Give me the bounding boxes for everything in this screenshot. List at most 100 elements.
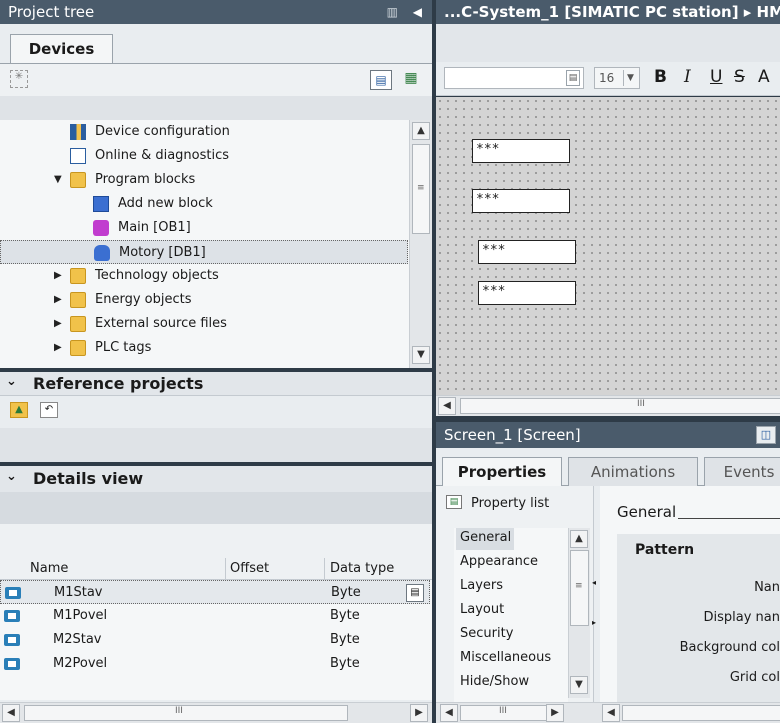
category-item[interactable]: Layers [460, 578, 503, 593]
scroll-left-icon[interactable]: ◀ [602, 704, 620, 722]
scroll-up-icon[interactable]: ▲ [412, 122, 430, 140]
tree-item[interactable]: Online & diagnostics [0, 144, 408, 168]
project-tree-toolbar: ✳ ▤ ▦ [0, 64, 432, 96]
table-row[interactable]: M2Stav Byte [0, 628, 430, 652]
category-item[interactable]: Appearance [460, 554, 538, 569]
category-item[interactable]: Miscellaneous [460, 650, 551, 665]
info-icon[interactable]: ◫ [756, 426, 776, 444]
expanded-arrow-icon[interactable]: ▼ [54, 168, 62, 192]
scroll-thumb[interactable]: III [460, 398, 780, 414]
collapse-chevron-icon[interactable]: ⌄ [6, 469, 17, 484]
folder-icon [70, 172, 86, 188]
folder-icon [70, 316, 86, 332]
font-size-select[interactable]: 16 ▼ [594, 67, 640, 89]
bold-button[interactable]: B [654, 67, 667, 87]
inspector-hscrollbar[interactable]: ◀ III ▶ ◀ [436, 702, 780, 723]
data-type-picker-icon[interactable]: ▤ [406, 584, 424, 602]
io-field-2[interactable]: *** [472, 189, 570, 213]
scroll-left-icon[interactable]: ◀ [438, 397, 456, 415]
tree-scrollbar[interactable]: ▲ ≡ ▼ [409, 120, 432, 368]
collapsed-arrow-icon[interactable]: ▶ [54, 336, 62, 360]
tree-item[interactable]: Motory [DB1] [0, 240, 408, 264]
tree-item-label: Add new block [118, 196, 213, 211]
scroll-down-icon[interactable]: ▼ [570, 676, 588, 694]
col-name[interactable]: Name [30, 561, 68, 576]
canvas-hscrollbar[interactable]: ◀ III [436, 395, 780, 416]
scroll-thumb[interactable]: ≡ [412, 144, 430, 234]
tree-item[interactable]: ▼ Program blocks [0, 168, 408, 192]
property-list-link[interactable]: Property list [471, 496, 549, 511]
table-row[interactable]: M1Povel Byte [0, 604, 430, 628]
add-block-icon [93, 196, 109, 212]
scroll-thumb[interactable]: III [24, 705, 348, 721]
tree-item-label: PLC tags [95, 340, 152, 355]
col-data-type[interactable]: Data type [330, 561, 394, 576]
screen-canvas[interactable]: *** *** *** *** [436, 97, 780, 395]
tree-item[interactable]: ▶ External source files [0, 312, 408, 336]
collapse-chevron-icon[interactable]: ⌄ [6, 374, 17, 389]
tree-item[interactable]: ▶ PLC tags [0, 336, 408, 360]
editor-breadcrumb[interactable]: ...C-System_1 [SIMATIC PC station] ▸ HMI… [444, 3, 780, 21]
project-tree-header: Project tree ▥ ◀ [0, 0, 432, 24]
scroll-thumb[interactable]: ≡ [570, 550, 589, 626]
details-view-title: Details view [33, 469, 144, 488]
details-table-header: Name Offset Data type [0, 558, 432, 580]
category-item[interactable]: Layout [460, 602, 504, 617]
font-size-value: 16 [599, 71, 615, 85]
tab-devices[interactable]: Devices [10, 34, 113, 63]
section-title: General [617, 503, 677, 521]
table-row[interactable]: M1Stav Byte ▤ [0, 580, 430, 604]
category-item[interactable]: Hide/Show [460, 674, 529, 689]
scroll-left-icon[interactable]: ◀ [2, 704, 20, 722]
tree-item[interactable]: Add new block [0, 192, 408, 216]
col-offset[interactable]: Offset [230, 561, 269, 576]
overview-view-icon[interactable]: ▤ [370, 70, 392, 90]
io-field-1[interactable]: *** [472, 139, 570, 163]
font-family-select[interactable]: ▤ [444, 67, 584, 89]
category-item[interactable]: General [460, 530, 511, 545]
property-list-icon[interactable]: ▤ [446, 495, 462, 509]
category-scrollbar[interactable]: ▲ ≡ ▼ [568, 528, 590, 698]
tree-item[interactable]: ▶ Technology objects [0, 264, 408, 288]
strikethrough-button[interactable]: S [734, 67, 745, 87]
scroll-grip: III [175, 706, 183, 716]
tab-properties[interactable]: Properties [442, 457, 562, 486]
collapse-left-icon[interactable]: ◀ [413, 0, 422, 24]
details-hscrollbar[interactable]: ◀ III ▶ [0, 702, 432, 723]
reference-projects-panel: ⌄ Reference projects ▲ ↶ [0, 372, 432, 462]
scroll-grip: III [499, 706, 507, 716]
tag-icon [4, 658, 20, 670]
open-reference-project-icon[interactable]: ▲ [10, 402, 28, 418]
close-reference-project-icon[interactable]: ↶ [40, 402, 58, 418]
collapsed-arrow-icon[interactable]: ▶ [54, 264, 62, 288]
category-item[interactable]: Security [460, 626, 513, 641]
cell-data-type: Byte [330, 632, 360, 647]
table-row[interactable]: M2Povel Byte [0, 652, 430, 676]
new-device-icon[interactable]: ✳ [10, 70, 28, 88]
tree-item[interactable]: Device configuration [0, 120, 408, 144]
pane-split-icon[interactable]: ▥ [387, 0, 398, 24]
tree-item-label: Program blocks [95, 172, 196, 187]
tab-animations[interactable]: Animations [568, 457, 698, 486]
tree-item-label: External source files [95, 316, 227, 331]
io-field-3[interactable]: *** [478, 240, 576, 264]
scroll-up-icon[interactable]: ▲ [570, 530, 588, 548]
tree-item[interactable]: Main [OB1] [0, 216, 408, 240]
go-online-icon[interactable]: ▦ [400, 70, 422, 90]
splitter-handle[interactable]: ◂ ▸ [592, 568, 598, 638]
collapsed-arrow-icon[interactable]: ▶ [54, 288, 62, 312]
tab-events[interactable]: Events [704, 457, 780, 486]
scroll-right-icon[interactable]: ▶ [410, 704, 428, 722]
scroll-thumb[interactable]: III [460, 705, 548, 721]
scroll-left-icon[interactable]: ◀ [440, 704, 458, 722]
project-tree-list: Device configuration Online & diagnostics… [0, 120, 432, 368]
underline-button[interactable]: U [710, 67, 722, 87]
tree-item[interactable]: ▶ Energy objects [0, 288, 408, 312]
collapsed-arrow-icon[interactable]: ▶ [54, 312, 62, 336]
scroll-right-icon[interactable]: ▶ [546, 704, 564, 722]
io-field-4[interactable]: *** [478, 281, 576, 305]
text-color-button[interactable]: A [758, 67, 770, 87]
italic-button[interactable]: I [684, 67, 691, 87]
scroll-thumb[interactable] [622, 705, 780, 721]
scroll-down-icon[interactable]: ▼ [412, 346, 430, 364]
